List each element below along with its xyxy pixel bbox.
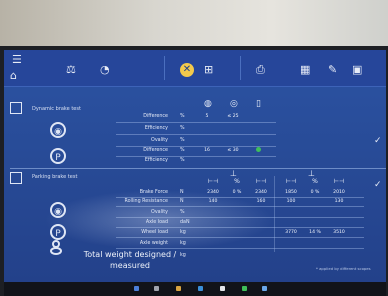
row-divider (116, 217, 364, 218)
value-rolling-3: 100 (286, 199, 296, 204)
background-wall (0, 0, 388, 52)
value-difference-a: 5 (205, 114, 209, 119)
value-difference-b: ≤ 25 (227, 114, 239, 119)
row-axle-weight: Axle weight (139, 241, 168, 246)
row-divider (116, 197, 364, 198)
total-weight-label-line1: Total weight designed / (83, 250, 177, 259)
brake-test-icon (10, 102, 22, 114)
main-toolbar: ☰ ⌂ ⚖ ◔ ✕ ⊞ ⎙ ▦ ✎ ▣ (4, 50, 386, 87)
printer-icon[interactable]: ⎙ (256, 64, 265, 76)
unit-percent: % (180, 126, 185, 131)
weight-icon (50, 240, 62, 256)
total-weight-label-line2: measured (110, 261, 150, 270)
unit-kg: kg (180, 230, 186, 235)
value-wheel-load-1: 3770 (285, 230, 297, 235)
section-title-dynamic: Dynamic brake test (32, 106, 81, 112)
status-ok-dot (256, 147, 261, 152)
row-axle-load: Axle load (145, 220, 168, 225)
row-efficiency-2: Efficiency (144, 158, 168, 163)
app-icon-2[interactable] (220, 286, 225, 291)
os-taskbar (4, 282, 386, 296)
unit-kg: kg (180, 241, 186, 246)
section-divider (10, 168, 386, 169)
row-divider (116, 134, 276, 135)
app-icon-4[interactable] (262, 286, 267, 291)
value-brake-force-pct: 0 % (232, 190, 242, 195)
row-divider (116, 248, 364, 249)
unit-percent: % (180, 138, 185, 143)
row-divider (116, 237, 364, 238)
document-icon: ▯ (256, 99, 261, 109)
row-divider (116, 227, 364, 228)
row-rolling-resistance: Rolling Resistance (124, 199, 168, 204)
toolbar-separator (164, 56, 165, 80)
unit-kg-total: kg (180, 253, 186, 258)
footnote: * applied by different scopes (316, 266, 371, 271)
row-wheel-load: Wheel load (141, 230, 168, 235)
toolbar-separator (240, 56, 241, 80)
column-divider (274, 176, 275, 252)
grid-icon[interactable]: ▦ (300, 64, 310, 76)
windows-icon[interactable] (134, 286, 139, 291)
unit-dan: daN (180, 220, 190, 225)
value-brake-force-4: 2010 (333, 190, 345, 195)
scale-icon[interactable]: ⚖ (66, 64, 76, 76)
folder-icon[interactable] (176, 286, 181, 291)
app-icon[interactable] (198, 286, 203, 291)
close-circle-icon[interactable]: ✕ (180, 63, 194, 77)
section-title-parking: Parking brake test (32, 174, 78, 180)
row-divider (116, 206, 364, 207)
check-icon: ✓ (374, 136, 382, 146)
row-divider (116, 122, 276, 123)
tire-icon: ◎ (230, 99, 238, 109)
axle-icon[interactable]: ⊞ (204, 64, 213, 76)
row-difference-2: Difference (143, 148, 168, 153)
search-icon[interactable] (154, 286, 159, 291)
value-difference2-a: 16 (204, 148, 210, 153)
col-right-wheel: ⊢⊣ (255, 178, 267, 185)
unit-percent: % (180, 210, 185, 215)
unit-percent: % (180, 148, 185, 153)
value-rolling-4: 130 (334, 199, 344, 204)
value-rolling-2: 160 (256, 199, 266, 204)
row-ovality-2: Ovality (151, 210, 168, 215)
parking-brake-icon-2[interactable]: P (50, 224, 66, 240)
app-screen: ☰ ⌂ ⚖ ◔ ✕ ⊞ ⎙ ▦ ✎ ▣ ◍ ◎ ▯ Dynamic brake … (4, 50, 386, 282)
value-brake-force-2: 2340 (255, 190, 267, 195)
row-difference: Difference (143, 114, 168, 119)
app-icon-3[interactable] (242, 286, 247, 291)
value-brake-force-1: 2340 (207, 190, 219, 195)
row-brake-force: Brake Force (139, 190, 168, 195)
save-icon[interactable]: ▣ (352, 64, 362, 76)
col-right-wheel-2: ⊢⊣ (333, 178, 345, 185)
tools-icon[interactable]: ✎ (328, 64, 337, 76)
row-efficiency: Efficiency (144, 126, 168, 131)
gauge-icon[interactable]: ◔ (100, 64, 110, 76)
parking-brake-icon[interactable]: P (50, 148, 66, 164)
value-brake-force-pct2: 0 % (310, 190, 320, 195)
row-divider (116, 146, 276, 147)
parking-test-icon (10, 172, 22, 184)
brake-disc-icon[interactable]: ◉ (50, 122, 66, 138)
row-divider (116, 156, 276, 157)
value-rolling-1: 140 (208, 199, 218, 204)
unit-percent: % (180, 114, 185, 119)
menu-icon[interactable]: ☰ (12, 54, 22, 66)
col-left-wheel-2: ⊢⊣ (285, 178, 297, 185)
col-left-wheel: ⊢⊣ (207, 178, 219, 185)
row-ovality: Ovality (151, 138, 168, 143)
unit-percent: % (180, 158, 185, 163)
unit-newton: N (180, 199, 184, 204)
value-wheel-load-2: 3510 (333, 230, 345, 235)
col-percent: % (234, 178, 240, 185)
value-brake-force-3: 1850 (285, 190, 297, 195)
brake-drum-icon[interactable]: ◉ (50, 202, 66, 218)
unit-newton: N (180, 190, 184, 195)
wheel-icon: ◍ (204, 99, 212, 109)
home-icon[interactable]: ⌂ (10, 70, 17, 82)
value-wheel-load-pct: 14 % (309, 230, 321, 235)
value-difference2-b: ≤ 30 (227, 148, 239, 153)
col-percent-2: % (312, 178, 318, 185)
check-icon-2: ✓ (374, 180, 382, 190)
